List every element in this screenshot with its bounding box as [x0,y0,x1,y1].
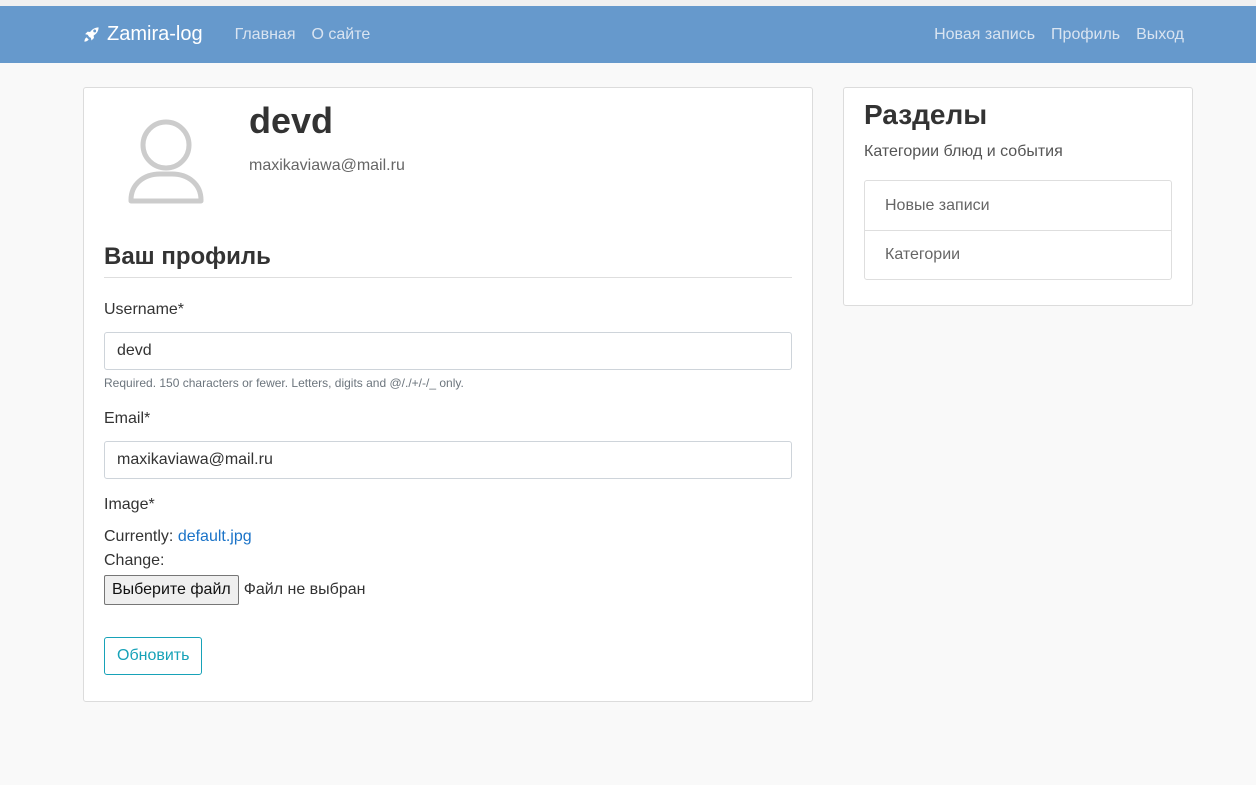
user-icon [128,119,204,204]
brand-link[interactable]: Zamira-log [83,23,203,46]
profile-username: devd [249,100,334,141]
navbar-inner: Zamira-log Главная О сайте Новая запись … [83,6,1184,63]
profile-email: maxikaviawa@mail.ru [249,157,405,174]
profile-card: devd maxikaviawa@mail.ru Ваш профиль Use… [83,87,813,702]
change-label: Change: [104,552,165,569]
username-label: Username* [104,301,185,318]
nav-link-about[interactable]: О сайте [311,26,370,44]
current-image-line: Currently: default.jpg [104,528,252,546]
nav-link-profile[interactable]: Профиль [1051,26,1120,44]
choose-file-button[interactable]: Выберите файл [104,575,239,605]
sections-card: Разделы Категории блюд и события Новые з… [843,87,1193,306]
sections-list: Новые записи Категории [864,180,1172,280]
currently-label: Currently: [104,528,174,545]
nav-link-home[interactable]: Главная [235,26,296,44]
nav-link-new-post[interactable]: Новая запись [934,26,1035,44]
current-image-link[interactable]: default.jpg [178,528,252,545]
sections-item-categories[interactable]: Категории [865,230,1171,279]
username-input[interactable]: devd [104,332,792,370]
navbar-left: Zamira-log Главная О сайте [83,23,386,46]
username-input-value: devd [117,342,152,359]
form-title: Ваш профиль [104,243,792,278]
email-input[interactable]: maxikaviawa@mail.ru [104,441,792,479]
brand-name: Zamira-log [107,23,203,45]
email-input-value: maxikaviawa@mail.ru [117,451,273,468]
email-label: Email* [104,410,151,427]
username-help-text: Required. 150 characters or fewer. Lette… [104,376,464,390]
rocket-icon [84,27,99,42]
sections-title: Разделы [864,99,988,130]
navbar: Zamira-log Главная О сайте Новая запись … [0,6,1256,63]
file-input: Выберите файл Файл не выбран [104,575,365,605]
sections-item-new-posts[interactable]: Новые записи [865,181,1171,230]
navbar-right: Новая запись Профиль Выход [918,26,1184,44]
image-label: Image* [104,496,155,513]
sections-subtitle: Категории блюд и события [864,143,1063,160]
nav-link-logout[interactable]: Выход [1136,26,1184,44]
update-button[interactable]: Обновить [104,637,203,675]
file-status: Файл не выбран [243,581,366,598]
